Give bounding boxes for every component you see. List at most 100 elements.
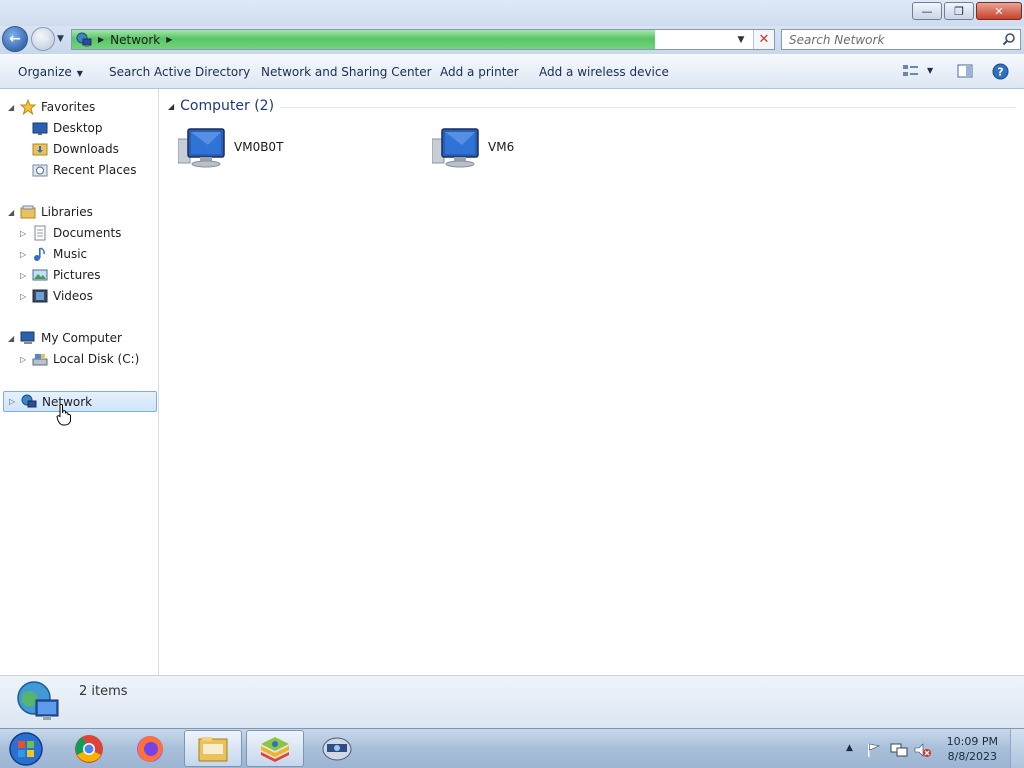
preview-pane-icon[interactable] bbox=[957, 63, 973, 79]
close-button[interactable]: ✕ bbox=[976, 2, 1022, 20]
sidebar-libraries[interactable]: ◢ Libraries bbox=[8, 202, 93, 222]
collapsed-arrow-icon[interactable]: ▷ bbox=[20, 292, 30, 301]
sidebar-item-network[interactable]: ▷ Network bbox=[3, 391, 157, 412]
forward-button[interactable]: → bbox=[31, 27, 55, 51]
taskbar-network-tool[interactable] bbox=[308, 730, 366, 767]
organize-button[interactable]: Organize ▼ bbox=[18, 65, 83, 79]
expand-icon[interactable]: ◢ bbox=[8, 334, 18, 343]
sidebar-item-documents[interactable]: ▷ Documents bbox=[20, 223, 121, 243]
show-hidden-icons-button[interactable]: ▲ bbox=[846, 743, 853, 753]
sidebar-item-pictures[interactable]: ▷ Pictures bbox=[20, 265, 101, 285]
stop-loading-button[interactable]: ✕ bbox=[753, 30, 774, 49]
sidebar-label: Recent Places bbox=[53, 163, 137, 177]
sidebar-label: My Computer bbox=[41, 331, 122, 345]
sidebar-label: Videos bbox=[53, 289, 93, 303]
show-desktop-button[interactable] bbox=[1010, 729, 1024, 768]
desktop-icon bbox=[32, 122, 48, 135]
volume-muted-icon[interactable] bbox=[914, 742, 932, 758]
organize-label: Organize bbox=[18, 65, 72, 79]
content-area: ◢ Computer (2) VM0B0T VM6 bbox=[160, 89, 1024, 675]
navigation-bar: ← → ▼ ▶ Network ▶ ▼ ✕ bbox=[0, 26, 1024, 54]
collapse-group-icon[interactable]: ◢ bbox=[168, 102, 174, 111]
network-computer-item[interactable]: VM6 bbox=[432, 125, 514, 169]
sidebar-label: Documents bbox=[53, 226, 122, 240]
start-button[interactable] bbox=[6, 731, 46, 767]
maximize-button[interactable]: ❐ bbox=[944, 2, 974, 20]
pictures-icon bbox=[32, 269, 48, 281]
collapsed-arrow-icon[interactable]: ▷ bbox=[20, 271, 30, 280]
collapsed-arrow-icon[interactable]: ▷ bbox=[20, 229, 30, 238]
clock-date: 8/8/2023 bbox=[947, 750, 998, 763]
network-status-icon[interactable] bbox=[890, 742, 908, 758]
expand-icon[interactable]: ◢ bbox=[8, 103, 18, 112]
search-box[interactable] bbox=[781, 29, 1021, 50]
taskbar: ▲ 10:09 PM 8/8/2023 bbox=[0, 728, 1024, 768]
bluestacks-icon bbox=[261, 736, 289, 762]
sidebar-item-videos[interactable]: ▷ Videos bbox=[20, 286, 93, 306]
sidebar-label: Desktop bbox=[53, 121, 103, 135]
search-icon[interactable] bbox=[1002, 32, 1016, 46]
system-clock[interactable]: 10:09 PM 8/8/2023 bbox=[947, 734, 998, 764]
taskbar-explorer[interactable] bbox=[184, 730, 242, 767]
sidebar-favorites[interactable]: ◢ Favorites bbox=[8, 97, 95, 117]
minimize-button[interactable]: — bbox=[912, 2, 942, 20]
computer-icon bbox=[432, 128, 479, 168]
close-icon: ✕ bbox=[758, 32, 770, 47]
taskbar-firefox[interactable] bbox=[121, 730, 179, 767]
sidebar-item-downloads[interactable]: Downloads bbox=[20, 139, 119, 159]
sidebar-label: Pictures bbox=[53, 268, 101, 282]
search-input[interactable] bbox=[789, 33, 999, 47]
minimize-icon: — bbox=[921, 4, 933, 18]
music-icon bbox=[34, 247, 45, 261]
libraries-icon bbox=[20, 205, 36, 219]
breadcrumb-network[interactable]: Network bbox=[110, 33, 160, 47]
taskbar-bluestacks[interactable] bbox=[246, 730, 304, 767]
sidebar-label: Favorites bbox=[41, 100, 96, 114]
address-bar[interactable]: ▶ Network ▶ ▼ ✕ bbox=[71, 29, 775, 50]
network-monitor-icon bbox=[322, 737, 352, 760]
add-printer-button[interactable]: Add a printer bbox=[440, 65, 519, 79]
svg-text:?: ? bbox=[997, 66, 1003, 79]
navigation-pane: ◢ Favorites Desktop Downloads Recent Pla… bbox=[0, 89, 159, 675]
sidebar-item-recent-places[interactable]: Recent Places bbox=[20, 160, 136, 180]
sidebar-item-desktop[interactable]: Desktop bbox=[20, 118, 103, 138]
collapsed-arrow-icon[interactable]: ▷ bbox=[20, 355, 30, 364]
network-icon bbox=[17, 681, 59, 720]
forward-arrow-icon: → bbox=[37, 31, 49, 47]
network-sharing-center-button[interactable]: Network and Sharing Center bbox=[261, 65, 432, 79]
group-title: Computer (2) bbox=[180, 98, 275, 114]
breadcrumb: ▶ Network ▶ bbox=[76, 30, 172, 49]
expand-icon[interactable]: ◢ bbox=[8, 208, 18, 217]
breadcrumb-expand-icon[interactable]: ▶ bbox=[166, 35, 172, 44]
recent-pages-dropdown[interactable]: ▼ bbox=[57, 34, 69, 46]
action-center-flag-icon[interactable] bbox=[866, 742, 882, 758]
group-header[interactable]: ◢ Computer (2) bbox=[168, 98, 274, 114]
sidebar-my-computer[interactable]: ◢ My Computer bbox=[8, 328, 122, 348]
group-divider bbox=[280, 107, 1016, 108]
back-button[interactable]: ← bbox=[2, 26, 28, 52]
sidebar-label: Libraries bbox=[41, 205, 93, 219]
computer-name: VM6 bbox=[488, 140, 515, 154]
sidebar-label: Downloads bbox=[53, 142, 119, 156]
folder-icon bbox=[198, 736, 228, 761]
hand-cursor-icon bbox=[56, 404, 71, 426]
recent-places-icon bbox=[32, 164, 48, 177]
breadcrumb-separator-icon[interactable]: ▶ bbox=[98, 35, 104, 44]
help-icon[interactable]: ? bbox=[992, 63, 1009, 80]
sidebar-item-music[interactable]: ▷ Music bbox=[20, 244, 87, 264]
add-wireless-device-button[interactable]: Add a wireless device bbox=[539, 65, 669, 79]
collapsed-arrow-icon[interactable]: ▷ bbox=[20, 250, 30, 259]
collapsed-arrow-icon[interactable]: ▷ bbox=[9, 397, 19, 406]
network-computer-item[interactable]: VM0B0T bbox=[178, 125, 283, 169]
address-history-dropdown[interactable]: ▼ bbox=[731, 30, 751, 49]
network-icon bbox=[76, 32, 92, 47]
search-active-directory-button[interactable]: Search Active Directory bbox=[109, 65, 250, 79]
computer-icon bbox=[178, 128, 225, 168]
change-view-icon[interactable] bbox=[902, 63, 920, 79]
chrome-icon bbox=[75, 734, 103, 763]
item-count: 2 items bbox=[79, 684, 128, 699]
sidebar-item-local-disk[interactable]: ▷ Local Disk (C:) bbox=[20, 349, 139, 369]
command-bar: Organize ▼ Search Active Directory Networ… bbox=[0, 54, 1024, 89]
taskbar-chrome[interactable] bbox=[60, 730, 118, 767]
view-options-dropdown[interactable]: ▼ bbox=[927, 66, 933, 75]
